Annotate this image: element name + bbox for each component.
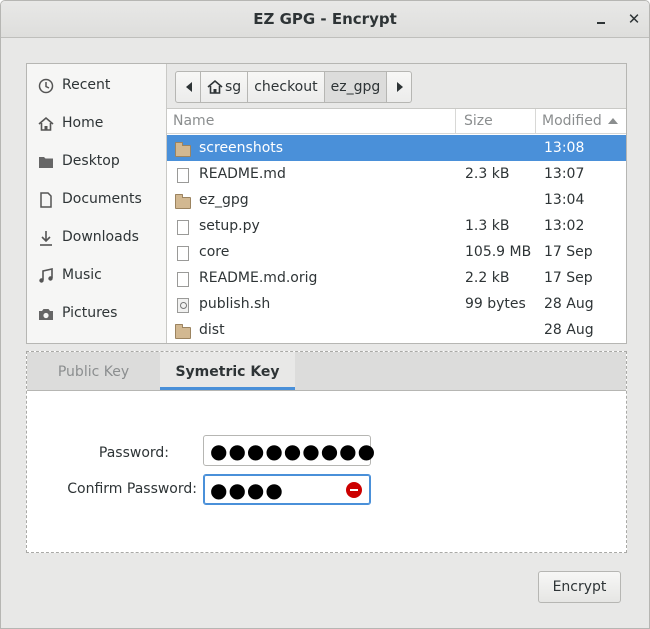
minimize-button[interactable] [591, 9, 611, 29]
chevron-right-icon [397, 82, 404, 92]
file-name: core [199, 244, 230, 260]
file-modified: 13:08 [544, 140, 585, 156]
folder-icon [175, 193, 191, 209]
password-field[interactable]: ●●●●●●●●● [203, 435, 375, 466]
tab-public-key[interactable]: Public Key [27, 352, 160, 390]
sidebar-item-downloads[interactable]: Downloads [27, 218, 166, 256]
home-icon [207, 79, 223, 94]
file-name: README.md [199, 166, 286, 182]
file-modified: 13:07 [544, 166, 585, 182]
file-size: 2.2 kB [465, 270, 510, 286]
file-modified: 17 Sep [544, 270, 593, 286]
confirm-password-value: ●●●● [210, 478, 284, 502]
column-modified-label: Modified [542, 113, 602, 129]
file-name: README.md.orig [199, 270, 318, 286]
path-bar: sg checkout ez_gpg [167, 64, 626, 109]
password-label: Password: [98, 445, 169, 461]
sidebar-item-label: Pictures [62, 305, 118, 321]
file-size: 105.9 MB [465, 244, 532, 260]
home-icon [38, 116, 54, 131]
file-name: setup.py [199, 218, 260, 234]
breadcrumb-label: checkout [254, 79, 318, 95]
sidebar-item-label: Home [62, 115, 104, 131]
column-modified-header[interactable]: Modified [535, 109, 626, 133]
file-size: 1.3 kB [465, 218, 510, 234]
text-file-icon [175, 245, 189, 261]
sidebar-item-label: Desktop [62, 153, 120, 169]
encrypt-button[interactable]: Encrypt [538, 571, 621, 603]
sort-ascending-icon [607, 118, 618, 124]
file-modified: 17 Sep [544, 244, 593, 260]
file-name: dist [199, 322, 225, 338]
file-row[interactable]: setup.py 1.3 kB 13:02 [167, 213, 626, 239]
places-sidebar: Recent Home Desktop Documents Downloads … [27, 64, 167, 343]
sidebar-item-home[interactable]: Home [27, 104, 166, 142]
file-modified: 13:02 [544, 218, 585, 234]
sidebar-item-desktop[interactable]: Desktop [27, 142, 166, 180]
column-header: Name Size Modified [167, 109, 626, 134]
file-modified: 28 Aug [544, 296, 594, 312]
desktop-icon [39, 157, 53, 168]
window-title: EZ GPG - Encrypt [253, 10, 397, 28]
text-file-icon [175, 167, 189, 183]
error-icon [346, 482, 362, 498]
breadcrumb: sg checkout ez_gpg [175, 71, 413, 103]
chevron-left-icon [186, 82, 192, 92]
folder-icon [175, 323, 191, 339]
sidebar-item-label: Downloads [62, 229, 139, 245]
close-button[interactable]: ✕ [624, 9, 644, 29]
file-row[interactable]: core 105.9 MB 17 Sep [167, 239, 626, 265]
file-row[interactable]: README.md 2.3 kB 13:07 [167, 161, 626, 187]
camera-icon [39, 309, 53, 320]
file-name: screenshots [199, 140, 284, 156]
file-size: 99 bytes [465, 296, 526, 312]
file-chooser: Recent Home Desktop Documents Downloads … [26, 63, 627, 344]
folder-icon [175, 141, 191, 157]
breadcrumb-checkout[interactable]: checkout [248, 72, 325, 102]
clock-icon [38, 78, 54, 94]
column-size-header[interactable]: Size [455, 109, 535, 133]
breadcrumb-home[interactable]: sg [201, 72, 249, 102]
file-name: ez_gpg [199, 192, 249, 208]
file-size: 2.3 kB [465, 166, 510, 182]
file-row[interactable]: ez_gpg 13:04 [167, 187, 626, 213]
confirm-password-field[interactable]: ●●●● [203, 474, 371, 505]
sidebar-item-recent[interactable]: Recent [27, 66, 166, 104]
dialog-window: EZ GPG - Encrypt ✕ Recent Home Desktop D… [0, 0, 650, 629]
script-file-icon [175, 297, 189, 313]
file-row[interactable]: publish.sh 99 bytes 28 Aug [167, 291, 626, 317]
path-back-button[interactable] [176, 72, 201, 102]
sidebar-item-label: Music [62, 267, 102, 283]
sidebar-item-music[interactable]: Music [27, 256, 166, 294]
text-file-icon [175, 219, 189, 235]
sidebar-item-label: Documents [62, 191, 142, 207]
file-row[interactable]: README.md.orig 2.2 kB 17 Sep [167, 265, 626, 291]
sidebar-item-documents[interactable]: Documents [27, 180, 166, 218]
file-list: Name Size Modified screenshots 13:08 REA… [167, 109, 626, 343]
column-name-header[interactable]: Name [167, 109, 455, 133]
breadcrumb-ez-gpg[interactable]: ez_gpg [324, 72, 388, 102]
key-tabs: Public Key Symetric Key Password: ●●●●●●… [26, 351, 627, 553]
text-file-icon [175, 271, 189, 287]
path-forward-button[interactable] [387, 72, 411, 102]
tab-strip: Public Key Symetric Key [27, 352, 626, 391]
file-row[interactable]: dist 28 Aug [167, 317, 626, 343]
file-modified: 28 Aug [544, 322, 594, 338]
breadcrumb-label: ez_gpg [330, 79, 381, 95]
file-name: publish.sh [199, 296, 271, 312]
sidebar-item-label: Recent [62, 77, 111, 93]
file-modified: 13:04 [544, 192, 585, 208]
download-icon [40, 231, 52, 246]
title-bar: EZ GPG - Encrypt ✕ [1, 1, 649, 38]
breadcrumb-label: sg [225, 79, 242, 95]
tab-symetric-key[interactable]: Symetric Key [160, 352, 295, 390]
confirm-password-label: Confirm Password: [67, 481, 197, 497]
music-icon [39, 268, 53, 283]
sidebar-item-pictures[interactable]: Pictures [27, 294, 166, 332]
file-row[interactable]: screenshots 13:08 [167, 135, 626, 161]
document-icon [40, 192, 52, 208]
